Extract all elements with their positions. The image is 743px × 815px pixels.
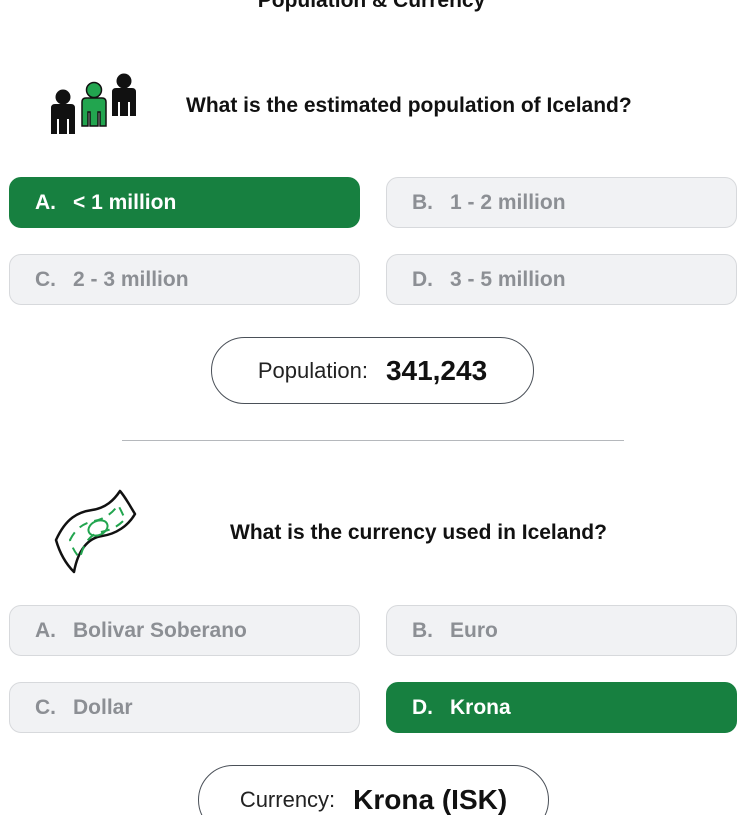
banknote-icon [54,489,137,574]
population-answer: Population: 341,243 [211,337,534,404]
population-question: What is the estimated population of Icel… [186,94,632,117]
option-letter: D. [412,267,433,291]
option-letter: A. [35,618,56,642]
option-text: Euro [450,618,498,642]
answer-value: 341,243 [385,354,488,386]
population-option-a[interactable]: A. < 1 million [9,177,360,228]
option-letter: B. [412,618,433,642]
section-divider [122,440,624,441]
currency-answer: Currency: Krona (ISK) [198,765,549,815]
population-option-b[interactable]: B. 1 - 2 million [386,177,737,228]
currency-option-b[interactable]: B. Euro [386,605,737,656]
answer-value: Krona (ISK) [353,784,508,815]
people-icon [51,73,136,134]
option-text: Dollar [73,695,133,719]
option-text: Krona [450,695,511,719]
option-letter: C. [35,695,56,719]
option-text: 1 - 2 million [450,190,566,214]
option-letter: D. [412,695,433,719]
currency-option-a[interactable]: A. Bolivar Soberano [9,605,360,656]
option-text: 2 - 3 million [73,267,189,291]
quiz-page: Population & Currency What is the estima… [0,0,743,815]
answer-label: Currency: [239,787,336,812]
option-letter: B. [412,190,433,214]
option-text: 3 - 5 million [450,267,566,291]
page-title: Population & Currency [257,0,486,12]
population-option-c[interactable]: C. 2 - 3 million [9,254,360,305]
option-letter: C. [35,267,56,291]
answer-label: Population: [257,357,368,383]
option-letter: A. [35,190,56,214]
currency-option-d[interactable]: D. Krona [386,682,737,733]
currency-question: What is the currency used in Iceland? [230,521,607,544]
currency-option-c[interactable]: C. Dollar [9,682,360,733]
option-text: < 1 million [73,190,177,214]
population-option-d[interactable]: D. 3 - 5 million [386,254,737,305]
option-text: Bolivar Soberano [73,618,247,642]
